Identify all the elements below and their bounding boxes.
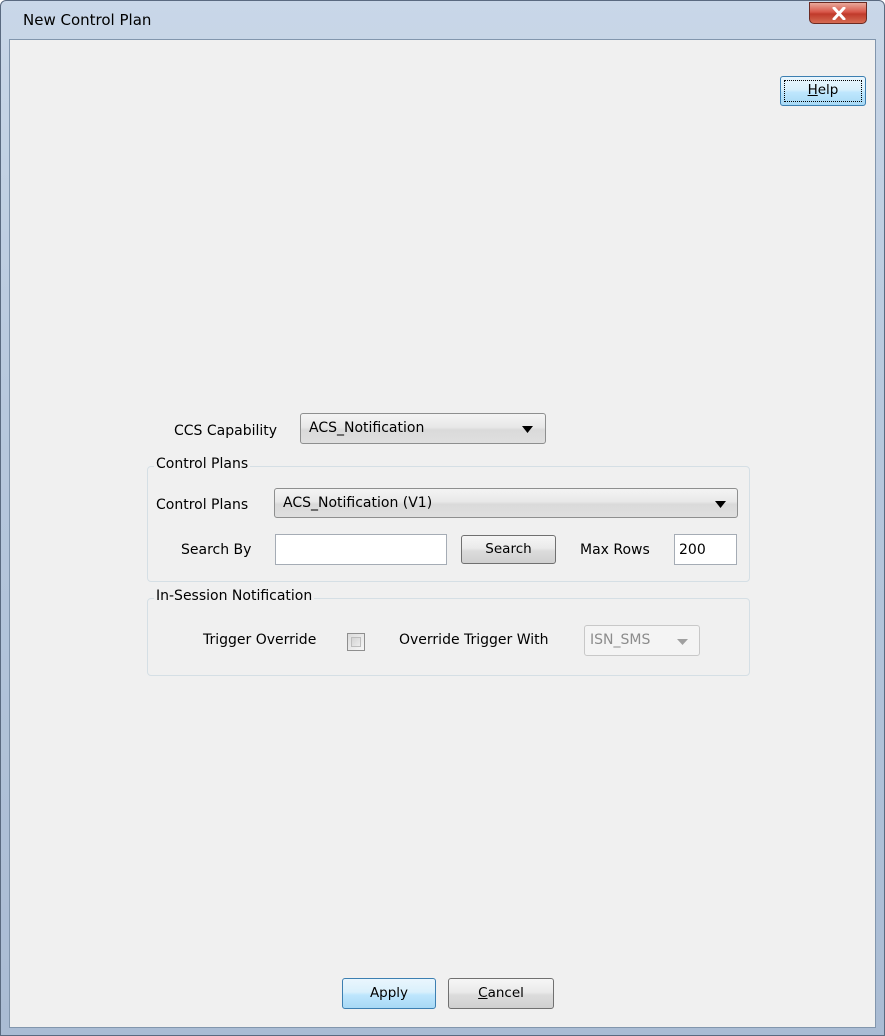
- search-button-label: Search: [485, 541, 532, 557]
- checkbox-box: [351, 637, 361, 647]
- search-button[interactable]: Search: [461, 535, 556, 564]
- control-plans-value: ACS_Notification (V1): [283, 495, 433, 511]
- max-rows-field[interactable]: [675, 535, 736, 564]
- chevron-down-icon: [715, 501, 726, 508]
- control-plans-select[interactable]: ACS_Notification (V1): [274, 488, 738, 518]
- ccs-capability-value: ACS_Notification: [309, 420, 425, 436]
- in-session-notification-group-title: In-Session Notification: [154, 588, 315, 604]
- control-plans-group: Control Plans Control Plans ACS_Notifica…: [147, 456, 750, 582]
- search-by-label: Search By: [181, 542, 252, 558]
- search-by-field[interactable]: [276, 535, 446, 564]
- override-trigger-with-select[interactable]: ISN_SMS: [584, 625, 700, 656]
- apply-button-label: Apply: [369, 985, 409, 1001]
- control-plans-group-title: Control Plans: [154, 456, 251, 472]
- trigger-override-label: Trigger Override: [203, 632, 317, 648]
- override-trigger-with-value: ISN_SMS: [590, 632, 651, 648]
- ccs-capability-select[interactable]: ACS_Notification: [300, 413, 546, 444]
- apply-button[interactable]: Apply: [342, 978, 436, 1009]
- control-plans-label: Control Plans: [156, 497, 249, 513]
- dialog-window: New Control Plan Help CCS Capability ACS…: [0, 0, 885, 1036]
- focus-rectangle: [784, 80, 862, 102]
- cancel-button[interactable]: Cancel: [448, 978, 554, 1009]
- override-trigger-with-label: Override Trigger With: [399, 632, 549, 648]
- close-icon: [832, 7, 846, 20]
- trigger-override-checkbox[interactable]: [347, 633, 365, 651]
- close-button[interactable]: [809, 2, 867, 24]
- title-bar[interactable]: New Control Plan: [1, 1, 884, 39]
- max-rows-label: Max Rows: [580, 542, 650, 558]
- dialog-content: Help CCS Capability ACS_Notification Con…: [9, 39, 876, 1028]
- chevron-down-icon: [522, 426, 533, 433]
- in-session-notification-group: In-Session Notification Trigger Override…: [147, 588, 750, 676]
- max-rows-input[interactable]: [674, 534, 737, 565]
- search-by-input[interactable]: [275, 534, 447, 565]
- window-title: New Control Plan: [23, 11, 152, 29]
- help-button[interactable]: Help: [780, 76, 866, 106]
- cancel-button-label: Cancel: [478, 985, 524, 1001]
- chevron-down-icon: [677, 639, 688, 645]
- ccs-capability-label: CCS Capability: [174, 423, 278, 439]
